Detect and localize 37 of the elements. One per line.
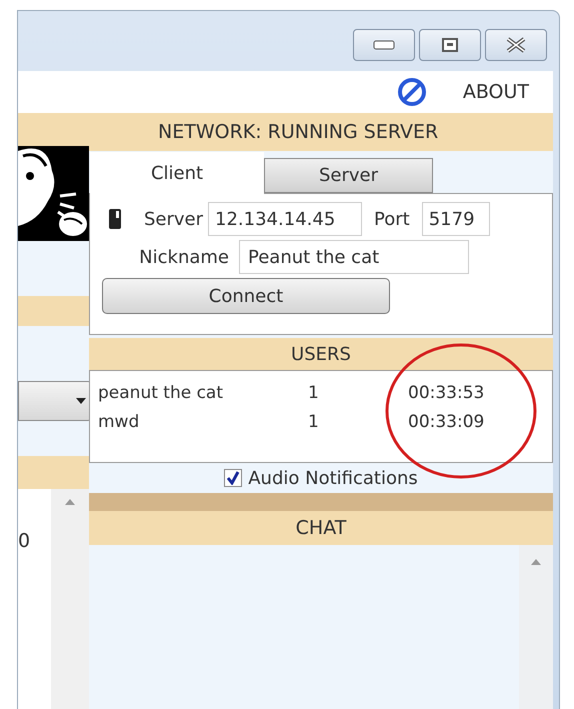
tab[interactable]: Server	[264, 158, 433, 193]
maximize-icon	[442, 38, 458, 52]
user-name: peanut the cat	[98, 382, 224, 405]
minimize-button[interactable]	[353, 29, 415, 61]
connect-button[interactable]: Connect	[102, 278, 390, 314]
checkbox-label: Audio Notifications	[248, 466, 418, 490]
close-icon	[505, 37, 527, 53]
field-label: Port	[374, 208, 410, 232]
tab[interactable]: Client	[90, 152, 264, 194]
server-field[interactable]: 12.134.14.45	[208, 202, 362, 236]
user-name: 1	[308, 382, 320, 405]
scrollbar[interactable]	[51, 489, 89, 709]
scrollbar[interactable]	[519, 545, 553, 709]
field-label: Server	[144, 208, 204, 232]
port-field[interactable]: 5179	[422, 202, 490, 236]
about-link[interactable]: ABOUT	[462, 78, 529, 106]
section-header: USERS	[89, 338, 553, 370]
user-name: 1	[308, 410, 320, 434]
minimize-icon	[373, 40, 395, 50]
close-button[interactable]	[485, 29, 547, 61]
book-icon	[108, 209, 122, 229]
maximize-button[interactable]	[419, 29, 481, 61]
scroll-up-icon	[65, 499, 75, 505]
no-sign-icon	[396, 77, 427, 107]
section-header: NETWORK: RUNNING SERVER	[18, 113, 553, 151]
dropdown-arrow-icon	[76, 398, 86, 404]
nickname-field[interactable]: Peanut the cat	[239, 240, 469, 274]
field-label: Nickname	[138, 246, 230, 270]
section-header	[18, 456, 89, 489]
list-text: 0	[18, 530, 30, 552]
section-header	[18, 296, 89, 326]
checkbox[interactable]	[224, 469, 242, 487]
scroll-up-icon	[531, 559, 541, 565]
section-header: CHAT	[89, 511, 553, 545]
user-time: 00:33:53	[408, 382, 486, 405]
user-time: 00:33:09	[408, 410, 486, 434]
user-name: mwd	[98, 410, 140, 434]
